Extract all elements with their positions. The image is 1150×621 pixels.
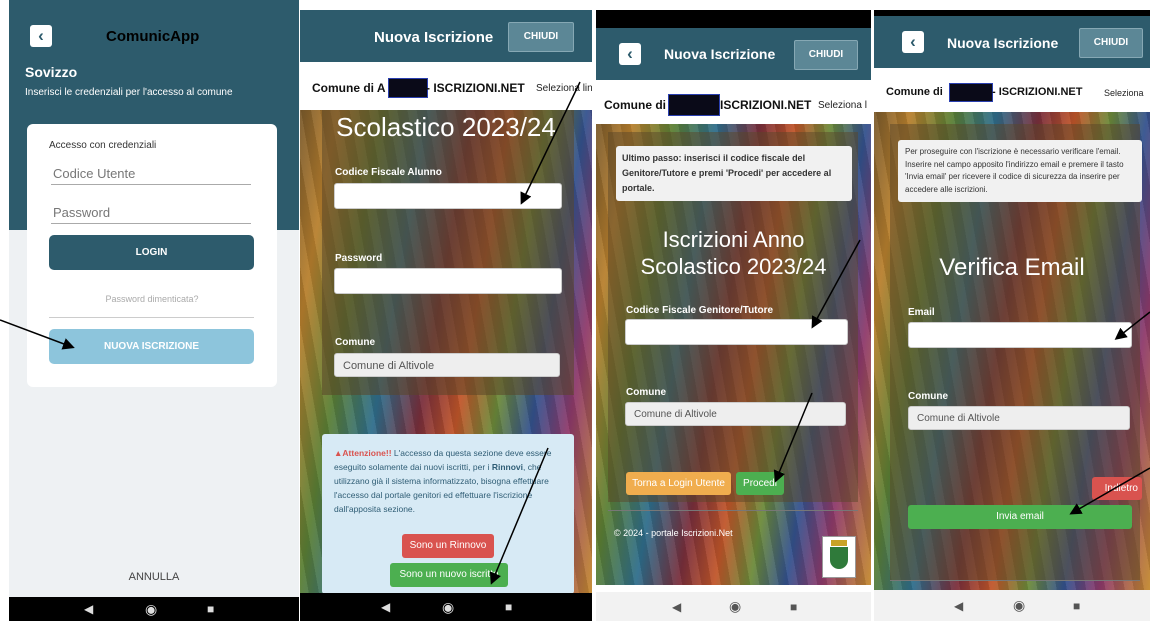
info-message: Per proseguire con l'iscrizione è necess… xyxy=(898,140,1142,202)
back-button[interactable]: ‹ xyxy=(30,25,52,47)
nav-back-icon[interactable]: ◀ xyxy=(84,602,93,616)
language-select[interactable]: Seleziona xyxy=(1104,88,1144,98)
card-title: Accesso con credenziali xyxy=(49,140,157,151)
android-navbar: ◀ ◉ ■ xyxy=(596,592,871,621)
language-select[interactable]: Seleziona l xyxy=(818,100,867,111)
municipality-select[interactable]: Comune di Altivole xyxy=(908,406,1130,430)
warning-text: ▲Attenzione!! L'accesso da questa sezion… xyxy=(334,446,564,516)
nav-home-icon[interactable]: ◉ xyxy=(145,601,157,618)
email-label: Email xyxy=(908,307,935,318)
redacted-box xyxy=(668,94,720,116)
nav-recents-icon[interactable]: ■ xyxy=(790,600,797,614)
municipality-label: Comune xyxy=(626,387,666,398)
app-header: ‹ Nuova Iscrizione CHIUDI xyxy=(596,28,871,80)
android-navbar: ◀ ◉ ■ xyxy=(9,597,299,621)
municipality-name: Sovizzo xyxy=(25,64,78,80)
close-button[interactable]: CHIUDI xyxy=(794,40,858,70)
screen-new-registration-type: Nuova Iscrizione CHIUDI Comune di A - IS… xyxy=(300,0,592,621)
login-card: Accesso con credenziali Codice Utente Pa… xyxy=(27,124,277,387)
status-bar xyxy=(596,10,871,28)
nav-home-icon[interactable]: ◉ xyxy=(1013,597,1025,614)
page-title: Verifica Email xyxy=(939,254,1085,281)
municipality-label: Comune xyxy=(335,337,375,348)
page-title: Scolastico 2023/24 xyxy=(336,112,556,142)
warning-panel: ▲Attenzione!! L'accesso da questa sezion… xyxy=(322,434,574,594)
info-message: Ultimo passo: inserisci il codice fiscal… xyxy=(616,146,852,201)
site-brandbar: Comune di A - ISCRIZIONI.NET Seleziona l… xyxy=(300,64,592,110)
header-title: Nuova Iscrizione xyxy=(374,29,494,46)
brand-prefix: Comune di A xyxy=(312,81,386,95)
crest-shield-icon xyxy=(830,547,848,569)
android-navbar: ◀ ◉ ■ xyxy=(874,590,1150,621)
nav-back-icon[interactable]: ◀ xyxy=(954,599,963,613)
login-subtitle: Inserisci le credenziali per l'accesso a… xyxy=(25,87,233,98)
brand-prefix: Comune di xyxy=(886,86,943,98)
back-button[interactable]: ‹ xyxy=(902,31,924,53)
municipality-select[interactable]: Comune di Altivole xyxy=(334,353,560,377)
tax-code-input[interactable] xyxy=(334,183,562,209)
footer-divider xyxy=(890,580,1140,581)
close-button[interactable]: CHIUDI xyxy=(1079,28,1143,58)
password-placeholder: Password xyxy=(53,205,111,220)
tax-code-label: Codice Fiscale Alunno xyxy=(335,167,442,178)
cancel-button[interactable]: ANNULLA xyxy=(9,571,299,583)
renewal-button[interactable]: Sono un Rinnovo xyxy=(402,534,494,558)
title-line-1: Iscrizioni Anno xyxy=(662,227,805,252)
tax-code-label: Codice Fiscale Genitore/Tutore xyxy=(626,305,774,316)
proceed-button[interactable]: Procedi xyxy=(736,472,784,495)
site-brandbar: Comune di - ISCRIZIONI.NET Seleziona xyxy=(874,72,1150,112)
app-header: Nuova Iscrizione CHIUDI xyxy=(300,10,592,62)
screen-parent-tax-code: ‹ Nuova Iscrizione CHIUDI Comune di ISCR… xyxy=(596,0,871,621)
username-field[interactable]: Codice Utente xyxy=(51,162,251,185)
site-brandbar: Comune di ISCRIZIONI.NET Seleziona l xyxy=(596,84,871,124)
warning-title: Attenzione!! xyxy=(342,448,392,458)
login-button[interactable]: LOGIN xyxy=(49,235,254,270)
screen-login: ‹ ComunicApp Sovizzo Inserisci le creden… xyxy=(9,0,299,621)
header-title: Nuova Iscrizione xyxy=(947,35,1059,51)
send-email-button[interactable]: Invia email xyxy=(908,505,1132,529)
language-select[interactable]: Seleziona lin xyxy=(536,83,592,94)
password-input[interactable] xyxy=(334,268,562,294)
back-button-form[interactable]: Indietro xyxy=(1092,477,1142,500)
forgot-password-link[interactable]: Password dimenticata? xyxy=(27,294,277,304)
new-enrollee-button[interactable]: Sono un nuovo iscritto xyxy=(390,563,508,587)
back-to-login-button[interactable]: Torna a Login Utente xyxy=(626,472,731,495)
close-button[interactable]: CHIUDI xyxy=(508,22,574,52)
brand-prefix: Comune di xyxy=(604,98,666,112)
header-title: Nuova Iscrizione xyxy=(664,46,776,62)
new-registration-button[interactable]: NUOVA ISCRIZIONE xyxy=(49,329,254,364)
warning-bold: Rinnovi xyxy=(491,462,523,472)
password-field[interactable]: Password xyxy=(51,201,251,224)
email-input[interactable] xyxy=(908,322,1132,348)
brand-suffix: - ISCRIZIONI.NET xyxy=(426,81,525,95)
redacted-box xyxy=(949,83,993,102)
nav-back-icon[interactable]: ◀ xyxy=(381,600,390,614)
municipality-select[interactable]: Comune di Altivole xyxy=(625,402,846,426)
redacted-box xyxy=(388,78,428,98)
screen-email-verification: ‹ Nuova Iscrizione CHIUDI Comune di - IS… xyxy=(874,0,1150,621)
nav-recents-icon[interactable]: ■ xyxy=(1073,599,1080,613)
android-navbar: ◀ ◉ ■ xyxy=(300,593,592,621)
password-label: Password xyxy=(335,253,383,264)
app-title: ComunicApp xyxy=(106,28,200,45)
brand-suffix: - ISCRIZIONI.NET xyxy=(992,86,1083,98)
divider xyxy=(49,317,254,318)
app-header: ‹ Nuova Iscrizione CHIUDI xyxy=(874,16,1150,68)
nav-home-icon[interactable]: ◉ xyxy=(442,599,454,616)
footer-text: © 2024 - portale Iscrizioni.Net xyxy=(614,528,733,538)
nav-home-icon[interactable]: ◉ xyxy=(729,598,741,615)
municipality-label: Comune xyxy=(908,391,948,402)
title-line-2: Scolastico 2023/24 xyxy=(640,254,827,279)
nav-recents-icon[interactable]: ■ xyxy=(505,600,512,614)
nav-back-icon[interactable]: ◀ xyxy=(672,600,681,614)
footer-divider xyxy=(608,510,858,511)
username-placeholder: Codice Utente xyxy=(53,166,136,181)
municipality-crest-logo xyxy=(822,536,856,578)
nav-recents-icon[interactable]: ■ xyxy=(207,602,214,616)
brand-suffix: ISCRIZIONI.NET xyxy=(720,98,812,112)
crest-crown-icon xyxy=(831,540,847,546)
tax-code-input[interactable] xyxy=(625,319,848,345)
back-button[interactable]: ‹ xyxy=(619,43,641,65)
